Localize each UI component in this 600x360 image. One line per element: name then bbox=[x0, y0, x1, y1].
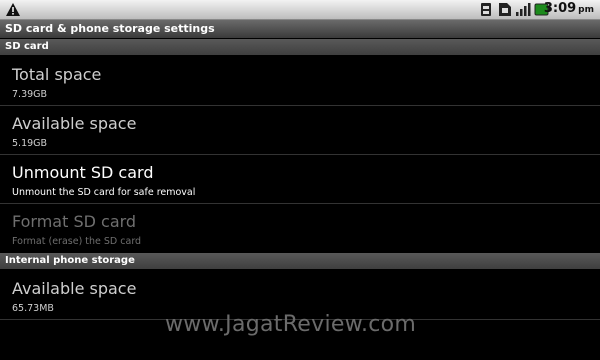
warning-icon bbox=[6, 3, 20, 16]
sd-available-space-item: Available space 5.19GB bbox=[0, 106, 600, 154]
section-label: Internal phone storage bbox=[5, 255, 135, 266]
section-header-internal-storage: Internal phone storage bbox=[0, 253, 600, 269]
item-summary: Format (erase) the SD card bbox=[12, 236, 142, 247]
page-title: SD card & phone storage settings bbox=[5, 22, 215, 35]
watermark: www.JagatReview.com bbox=[165, 312, 417, 337]
total-space-item: Total space 7.39GB bbox=[0, 57, 600, 105]
sim-icon bbox=[481, 3, 491, 16]
clock: 3:09 pm bbox=[543, 1, 594, 16]
unmount-sd-card-item[interactable]: Unmount SD card Unmount the SD card for … bbox=[0, 155, 600, 203]
item-summary: 7.39GB bbox=[12, 89, 48, 100]
title-bar: SD card & phone storage settings bbox=[0, 20, 600, 38]
item-title: Total space bbox=[12, 65, 102, 84]
item-title: Format SD card bbox=[12, 212, 137, 231]
item-title: Available space bbox=[12, 114, 137, 133]
item-summary: Unmount the SD card for safe removal bbox=[12, 187, 196, 198]
signal-icon bbox=[516, 3, 531, 16]
section-label: SD card bbox=[5, 41, 49, 52]
section-header-sd-card: SD card bbox=[0, 39, 600, 55]
item-title: Unmount SD card bbox=[12, 163, 154, 182]
format-sd-card-item: Format SD card Format (erase) the SD car… bbox=[0, 204, 600, 252]
status-bar: 3:09 pm bbox=[0, 0, 600, 20]
item-summary: 65.73MB bbox=[12, 303, 54, 314]
sd-icon bbox=[499, 3, 511, 16]
item-title: Available space bbox=[12, 279, 137, 298]
item-summary: 5.19GB bbox=[12, 138, 48, 149]
